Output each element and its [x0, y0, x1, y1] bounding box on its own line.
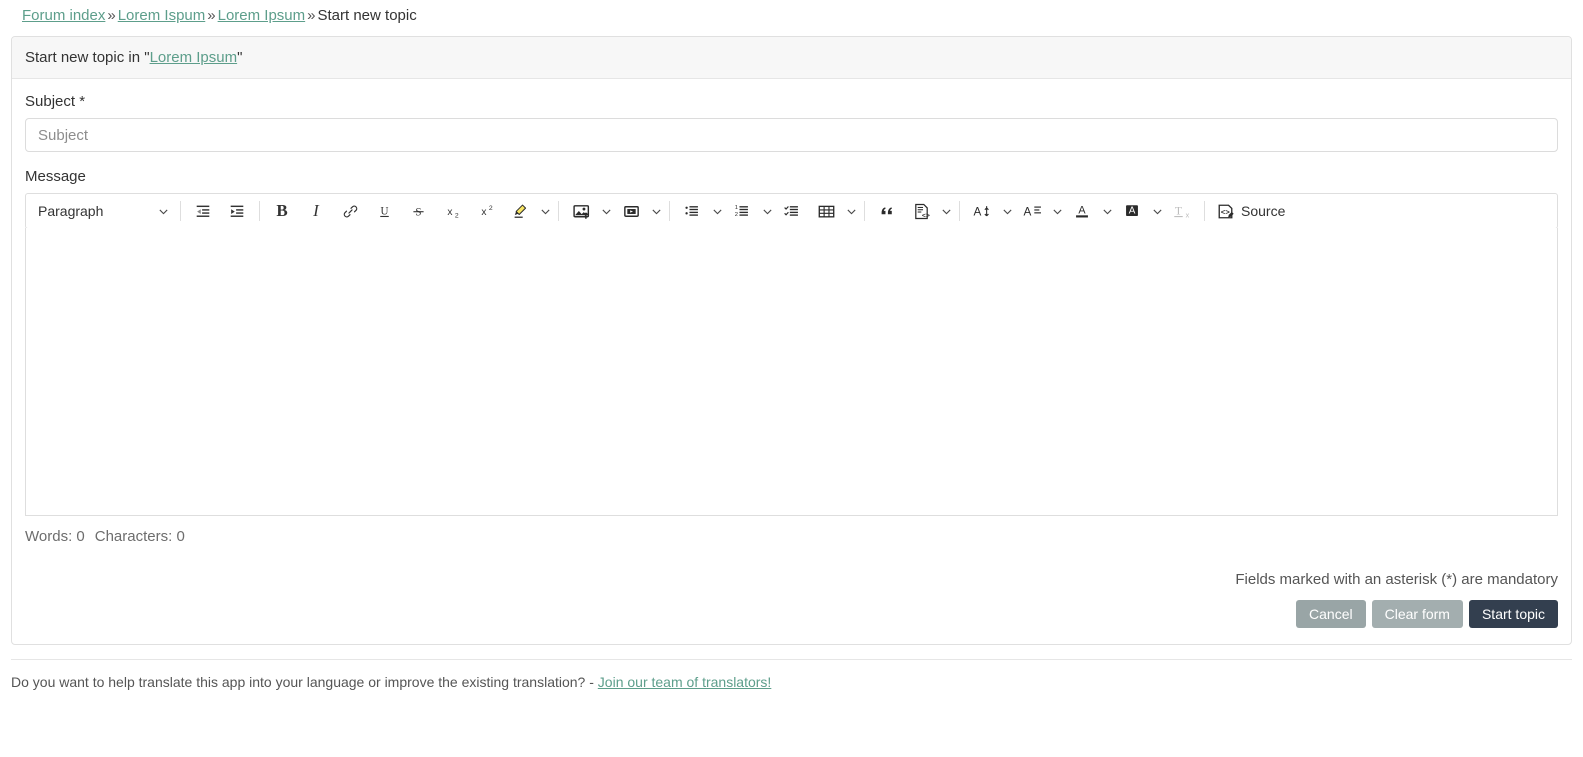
superscript-icon[interactable]: x 2	[469, 197, 503, 225]
svg-text:x: x	[481, 206, 486, 217]
editor-word-count: Words: 0 Characters: 0	[25, 528, 1558, 545]
svg-text:2: 2	[735, 212, 738, 218]
toolbar-separator	[558, 201, 559, 221]
toolbar-separator	[669, 201, 670, 221]
chevron-down-icon	[159, 209, 168, 214]
clear-form-button[interactable]: Clear form	[1371, 600, 1463, 628]
message-label: Message	[25, 168, 86, 185]
bulleted-list-dropdown-chevron-down-icon[interactable]	[709, 197, 725, 225]
character-count: Characters: 0	[94, 528, 185, 545]
font-family-dropdown-chevron-down-icon[interactable]	[1049, 197, 1065, 225]
underline-icon[interactable]: U	[367, 197, 401, 225]
breadcrumb-item-current: Start new topic	[317, 7, 417, 24]
form-action-buttons: Cancel Clear form Start topic	[25, 600, 1558, 634]
image-upload-icon[interactable]	[564, 197, 598, 225]
font-size-dropdown-chevron-down-icon[interactable]	[999, 197, 1015, 225]
rich-text-editor: Paragraph B I U S x 2 x 2 1 2 <> A A A A…	[25, 193, 1558, 516]
toolbar-separator	[180, 201, 181, 221]
translation-footer-text: Do you want to help translate this app i…	[11, 674, 598, 690]
media-dropdown-chevron-down-icon[interactable]	[648, 197, 664, 225]
svg-text:x: x	[1186, 210, 1190, 219]
panel-body: Subject * Message Paragraph	[12, 79, 1571, 644]
translation-footer: Do you want to help translate this app i…	[11, 659, 1572, 690]
svg-text:S: S	[415, 206, 421, 218]
breadcrumb-separator: »	[207, 7, 216, 24]
message-editor-body[interactable]	[25, 228, 1558, 516]
subject-label: Subject *	[25, 93, 86, 110]
font-background-color-icon[interactable]: A	[1115, 197, 1149, 225]
breadcrumb-item-forum-index[interactable]: Forum index	[22, 7, 105, 24]
highlight-dropdown-chevron-down-icon[interactable]	[537, 197, 553, 225]
new-topic-panel: Start new topic in "Lorem Ipsum" Subject…	[11, 36, 1572, 645]
message-field-block: Message Paragraph B I U S x 2 x 2 1 2 <>…	[25, 168, 1558, 545]
source-code-icon: <>	[1218, 204, 1234, 218]
breadcrumb-item-lorem-ispum[interactable]: Lorem Ispum	[118, 7, 206, 24]
svg-text:U: U	[380, 205, 388, 217]
toolbar-separator	[959, 201, 960, 221]
strikethrough-icon[interactable]: S	[401, 197, 435, 225]
source-button[interactable]: <> Source	[1210, 197, 1291, 225]
table-icon[interactable]	[809, 197, 843, 225]
numbered-list-icon[interactable]: 1 2	[725, 197, 759, 225]
toolbar-separator	[864, 201, 865, 221]
subject-field-block: Subject *	[25, 93, 1558, 152]
svg-text:A: A	[973, 206, 981, 219]
numbered-list-dropdown-chevron-down-icon[interactable]	[759, 197, 775, 225]
subject-input[interactable]	[25, 118, 1558, 152]
svg-text:x: x	[447, 206, 452, 217]
font-color-icon[interactable]: A	[1065, 197, 1099, 225]
breadcrumb-separator: »	[107, 7, 116, 24]
font-family-icon[interactable]: A	[1015, 197, 1049, 225]
word-count: Words: 0	[25, 528, 85, 545]
svg-text:A: A	[1023, 206, 1031, 219]
table-dropdown-chevron-down-icon[interactable]	[843, 197, 859, 225]
paragraph-format-dropdown[interactable]: Paragraph	[29, 197, 175, 225]
breadcrumb-separator: »	[307, 7, 316, 24]
svg-text:A: A	[1078, 205, 1086, 217]
italic-icon[interactable]: I	[299, 197, 333, 225]
subscript-icon[interactable]: x 2	[435, 197, 469, 225]
svg-text:1: 1	[735, 205, 738, 211]
bulleted-list-icon[interactable]	[675, 197, 709, 225]
svg-text:2: 2	[454, 212, 458, 219]
svg-text:T: T	[1175, 205, 1182, 218]
panel-header-forum-link[interactable]: Lorem Ipsum	[150, 49, 238, 66]
remove-format-icon[interactable]: T x	[1165, 197, 1199, 225]
panel-header: Start new topic in "Lorem Ipsum"	[12, 37, 1571, 79]
breadcrumb: Forum index» Lorem Ispum» Lorem Ipsum» Star…	[0, 0, 1583, 26]
todo-list-icon[interactable]	[775, 197, 809, 225]
editor-toolbar: Paragraph B I U S x 2 x 2 1 2 <> A A A A…	[25, 193, 1558, 229]
image-dropdown-chevron-down-icon[interactable]	[598, 197, 614, 225]
panel-header-suffix: "	[237, 49, 243, 66]
svg-text:<>: <>	[921, 211, 929, 219]
code-block-icon[interactable]: <>	[904, 197, 938, 225]
bold-icon[interactable]: B	[265, 197, 299, 225]
cancel-button[interactable]: Cancel	[1296, 600, 1366, 628]
panel-header-prefix: Start new topic in "	[25, 49, 150, 66]
highlight-icon[interactable]	[503, 197, 537, 225]
start-topic-button[interactable]: Start topic	[1468, 600, 1558, 628]
toolbar-separator	[259, 201, 260, 221]
mandatory-fields-note: Fields marked with an asterisk (*) are m…	[1235, 571, 1558, 588]
font-size-icon[interactable]: A	[965, 197, 999, 225]
decrease-indent-icon[interactable]	[186, 197, 220, 225]
font-background-color-dropdown-chevron-down-icon[interactable]	[1149, 197, 1165, 225]
source-label: Source	[1241, 203, 1286, 219]
translators-link[interactable]: Join our team of translators!	[598, 674, 772, 690]
font-color-dropdown-chevron-down-icon[interactable]	[1099, 197, 1115, 225]
svg-text:A: A	[1129, 206, 1136, 217]
breadcrumb-item-lorem-ipsum[interactable]: Lorem Ipsum	[218, 7, 306, 24]
svg-text:2: 2	[488, 204, 492, 211]
block-quote-icon[interactable]	[870, 197, 904, 225]
media-embed-icon[interactable]	[614, 197, 648, 225]
code-block-dropdown-chevron-down-icon[interactable]	[938, 197, 954, 225]
link-icon[interactable]	[333, 197, 367, 225]
toolbar-separator	[1204, 201, 1205, 221]
paragraph-format-label: Paragraph	[38, 203, 104, 219]
increase-indent-icon[interactable]	[220, 197, 254, 225]
